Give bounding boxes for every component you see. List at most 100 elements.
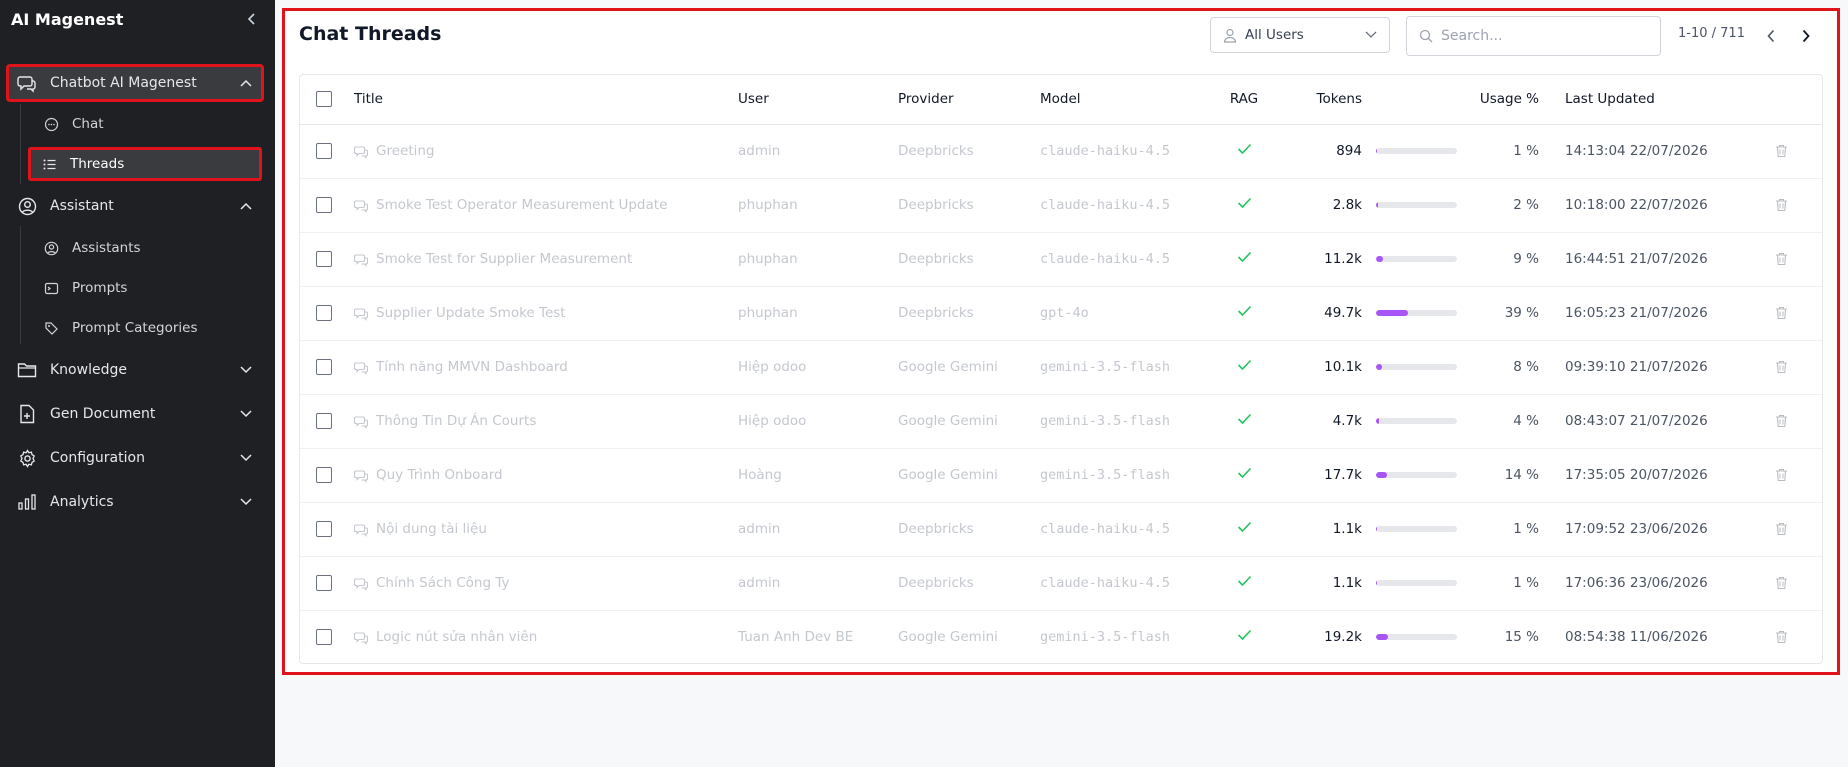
search-input[interactable] bbox=[1441, 28, 1641, 44]
row-checkbox[interactable] bbox=[316, 197, 332, 213]
table-row[interactable]: Nội dung tài liệu admin Deepbricks claude-h… bbox=[300, 502, 1822, 556]
sidebar-item-chat[interactable]: Chat bbox=[30, 108, 264, 140]
delete-thread-button[interactable] bbox=[1738, 360, 1822, 374]
thread-title[interactable]: Nội dung tài liệu bbox=[354, 521, 738, 537]
thread-tokens: 11.2k bbox=[1324, 251, 1362, 267]
usage-bar bbox=[1376, 634, 1457, 641]
thread-tokens: 17.7k bbox=[1324, 467, 1362, 483]
usage-bar-fill bbox=[1376, 634, 1389, 641]
row-checkbox[interactable] bbox=[316, 521, 332, 537]
row-checkbox[interactable] bbox=[316, 251, 332, 267]
sidebar-item-threads[interactable]: Threads bbox=[28, 147, 262, 181]
thread-title[interactable]: Tính năng MMVN Dashboard bbox=[354, 359, 738, 375]
thread-provider: Google Gemini bbox=[898, 467, 998, 483]
usage-bar-cell bbox=[1376, 502, 1475, 556]
header-tokens[interactable]: Tokens bbox=[1286, 75, 1376, 125]
prev-page-button[interactable] bbox=[1759, 24, 1783, 48]
chevron-down-icon bbox=[238, 494, 254, 510]
thread-title-text: Smoke Test Operator Measurement Update bbox=[376, 197, 668, 213]
usage-bar bbox=[1376, 148, 1457, 154]
delete-thread-button[interactable] bbox=[1738, 306, 1822, 320]
table-row[interactable]: Thông Tin Dự Án Courts Hiệp odoo Google Ge… bbox=[300, 394, 1822, 448]
thread-title[interactable]: Supplier Update Smoke Test bbox=[354, 305, 738, 321]
usage-bar bbox=[1376, 472, 1457, 478]
header-user[interactable]: User bbox=[738, 75, 898, 125]
delete-thread-button[interactable] bbox=[1738, 522, 1822, 536]
header-last-updated[interactable]: Last Updated bbox=[1547, 75, 1738, 125]
thread-tokens: 49.7k bbox=[1324, 305, 1362, 321]
user-filter-select[interactable]: All Users bbox=[1210, 17, 1390, 53]
sidebar-group-chatbot[interactable]: Chatbot AI Magenest bbox=[6, 64, 264, 102]
select-all-checkbox[interactable] bbox=[316, 91, 332, 108]
table-row[interactable]: Greeting admin Deepbricks claude-haiku-4.5 8… bbox=[300, 124, 1822, 178]
sidebar-item-assistants[interactable]: Assistants bbox=[30, 232, 264, 264]
thread-title[interactable]: Smoke Test Operator Measurement Update bbox=[354, 197, 738, 213]
table-row[interactable]: Tính năng MMVN Dashboard Hiệp odoo Google … bbox=[300, 340, 1822, 394]
thread-title[interactable]: Smoke Test for Supplier Measurement bbox=[354, 251, 738, 267]
thread-title[interactable]: Chính Sách Công Ty bbox=[354, 575, 738, 591]
search-box[interactable] bbox=[1406, 16, 1661, 56]
table-row[interactable]: Smoke Test for Supplier Measurement phuph… bbox=[300, 232, 1822, 286]
sidebar-item-label: Threads bbox=[70, 156, 125, 172]
check-icon bbox=[1237, 467, 1251, 479]
search-icon bbox=[1419, 29, 1433, 43]
delete-thread-button[interactable] bbox=[1738, 198, 1822, 212]
table-row[interactable]: Chính Sách Công Ty admin Deepbricks claude-… bbox=[300, 556, 1822, 610]
delete-thread-button[interactable] bbox=[1738, 252, 1822, 266]
rag-status bbox=[1202, 556, 1286, 610]
sidebar-group-label: Analytics bbox=[50, 494, 114, 510]
rag-status bbox=[1202, 394, 1286, 448]
sidebar-group-assistant[interactable]: Assistant bbox=[6, 188, 264, 224]
next-page-button[interactable] bbox=[1794, 24, 1818, 48]
header-usage[interactable]: Usage % bbox=[1475, 75, 1547, 125]
rag-status bbox=[1202, 610, 1286, 663]
thread-usage: 2 % bbox=[1513, 197, 1539, 213]
sidebar-item-prompts[interactable]: Prompts bbox=[30, 272, 264, 304]
collapse-sidebar-button[interactable] bbox=[241, 8, 263, 30]
thread-tokens: 2.8k bbox=[1332, 197, 1362, 213]
header-rag[interactable]: RAG bbox=[1202, 75, 1286, 125]
table-row[interactable]: Supplier Update Smoke Test phuphan Deepbri… bbox=[300, 286, 1822, 340]
thread-title[interactable]: Thông Tin Dự Án Courts bbox=[354, 413, 738, 429]
header-provider[interactable]: Provider bbox=[898, 75, 1040, 125]
header-model[interactable]: Model bbox=[1040, 75, 1202, 125]
sidebar: AI Magenest Chatbot AI Magenest Chat Thr… bbox=[0, 0, 275, 767]
sidebar-item-label: Prompts bbox=[72, 280, 128, 296]
table-row[interactable]: Quy Trình Onboard Hoàng Google Gemini gemin… bbox=[300, 448, 1822, 502]
sidebar-item-prompt-categories[interactable]: Prompt Categories bbox=[30, 312, 264, 344]
delete-thread-button[interactable] bbox=[1738, 630, 1822, 644]
thread-title[interactable]: Logic nút sửa nhân viên bbox=[354, 629, 738, 645]
table-row[interactable]: Logic nút sửa nhân viên Tuan Anh Dev BE Go… bbox=[300, 610, 1822, 663]
usage-bar-fill bbox=[1376, 580, 1378, 586]
row-checkbox[interactable] bbox=[316, 143, 332, 159]
header-title[interactable]: Title bbox=[354, 75, 738, 125]
row-checkbox[interactable] bbox=[316, 575, 332, 591]
delete-thread-button[interactable] bbox=[1738, 576, 1822, 590]
row-checkbox[interactable] bbox=[316, 413, 332, 429]
thread-user: phuphan bbox=[738, 305, 798, 321]
chevron-left-icon bbox=[247, 13, 255, 25]
check-icon bbox=[1237, 143, 1251, 155]
usage-bar bbox=[1376, 580, 1457, 586]
delete-thread-button[interactable] bbox=[1738, 144, 1822, 158]
thread-provider: Deepbricks bbox=[898, 197, 974, 213]
row-checkbox[interactable] bbox=[316, 467, 332, 483]
sidebar-group-label: Assistant bbox=[50, 198, 114, 214]
user-circle-icon bbox=[16, 195, 38, 217]
sidebar-group-analytics[interactable]: Analytics bbox=[6, 484, 264, 520]
thread-tokens: 4.7k bbox=[1332, 413, 1362, 429]
thread-title-text: Chính Sách Công Ty bbox=[376, 575, 510, 591]
thread-title[interactable]: Quy Trình Onboard bbox=[354, 467, 738, 483]
sidebar-group-knowledge[interactable]: Knowledge bbox=[6, 352, 264, 388]
row-checkbox[interactable] bbox=[316, 359, 332, 375]
sidebar-group-configuration[interactable]: Configuration bbox=[6, 440, 264, 476]
row-checkbox[interactable] bbox=[316, 629, 332, 646]
sidebar-group-gen-document[interactable]: Gen Document bbox=[6, 396, 264, 432]
chat-icon bbox=[43, 116, 59, 132]
rag-status bbox=[1202, 124, 1286, 178]
row-checkbox[interactable] bbox=[316, 305, 332, 321]
thread-title[interactable]: Greeting bbox=[354, 143, 738, 159]
delete-thread-button[interactable] bbox=[1738, 414, 1822, 428]
table-row[interactable]: Smoke Test Operator Measurement Update ph… bbox=[300, 178, 1822, 232]
delete-thread-button[interactable] bbox=[1738, 468, 1822, 482]
